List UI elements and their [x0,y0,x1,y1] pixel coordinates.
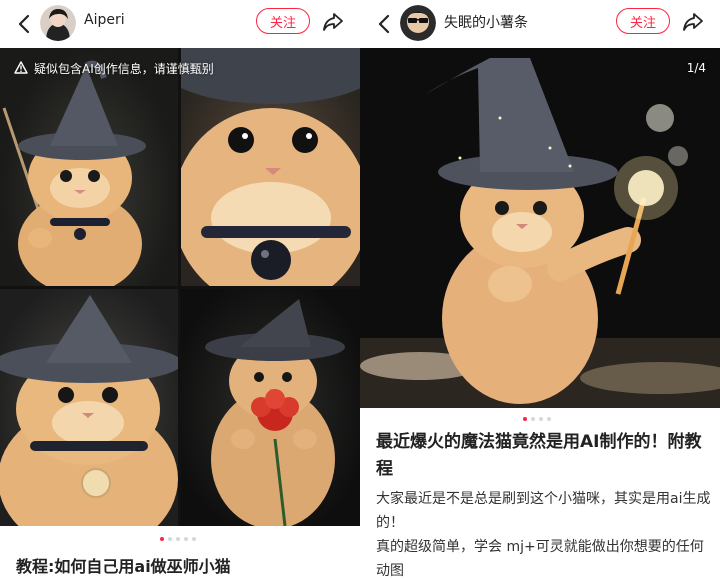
post-header: 失眠的小薯条 关注 [360,0,720,48]
wizard-cat-flower-image [181,289,360,526]
follow-button[interactable]: 关注 [256,8,310,34]
carousel-dot[interactable] [523,417,527,421]
carousel-indicator [523,417,551,421]
carousel-dot[interactable] [539,417,543,421]
screen: Aiperi 关注 疑似包含AI创作信息，请谨慎甄别 教程:如何自己用ai做巫师… [0,0,720,579]
carousel-dot[interactable] [192,537,196,541]
carousel-dot[interactable] [184,537,188,541]
post-body-paragraph: 大家最近是不是总是刷到这个小猫咪，其实是用ai生成的！ [376,491,711,531]
ai-warning-text: 疑似包含AI创作信息，请谨慎甄别 [34,62,214,76]
post-body: 大家最近是不是总是刷到这个小猫咪，其实是用ai生成的！ 真的超级简单，学会 mj… [376,487,714,579]
carousel-dot[interactable] [176,537,180,541]
post-title: 教程:如何自己用ai做巫师小猫 [16,557,231,576]
back-arrow-icon[interactable] [372,12,396,36]
wizard-cat-wand-image [360,58,720,408]
warning-triangle-icon [14,60,28,77]
carousel-dot[interactable] [168,537,172,541]
wizard-cat-closeup-image [181,48,360,286]
post-body-paragraph: 真的超级简单，学会 mj+可灵就能做出你想要的任何动图 [376,539,704,579]
wizard-cat-image [0,48,178,286]
wizard-cat-medal-image [0,289,178,526]
share-icon[interactable] [320,9,346,35]
avatar[interactable] [400,5,436,41]
author-name[interactable]: Aiperi [84,12,125,28]
ai-warning-notice: 疑似包含AI创作信息，请谨慎甄别 [14,60,214,77]
post-panel-right: 失眠的小薯条 关注 1/4 最近爆火的魔法猫竟然是用AI制作的！附教程 大家最近… [360,0,720,579]
carousel-dot[interactable] [531,417,535,421]
carousel-indicator [160,537,196,541]
post-header: Aiperi 关注 [0,0,360,48]
page-counter: 1/4 [686,61,706,75]
share-icon[interactable] [680,9,706,35]
carousel-dot[interactable] [160,537,164,541]
post-panel-left: Aiperi 关注 疑似包含AI创作信息，请谨慎甄别 教程:如何自己用ai做巫师… [0,0,360,579]
author-name[interactable]: 失眠的小薯条 [444,12,528,32]
image-carousel[interactable]: 疑似包含AI创作信息，请谨慎甄别 [0,48,360,526]
back-arrow-icon[interactable] [12,12,36,36]
follow-button[interactable]: 关注 [616,8,670,34]
post-title: 最近爆火的魔法猫竟然是用AI制作的！附教程 [376,432,702,479]
image-carousel[interactable]: 1/4 [360,48,720,408]
avatar[interactable] [40,5,76,41]
image-grid [0,48,360,526]
carousel-dot[interactable] [547,417,551,421]
